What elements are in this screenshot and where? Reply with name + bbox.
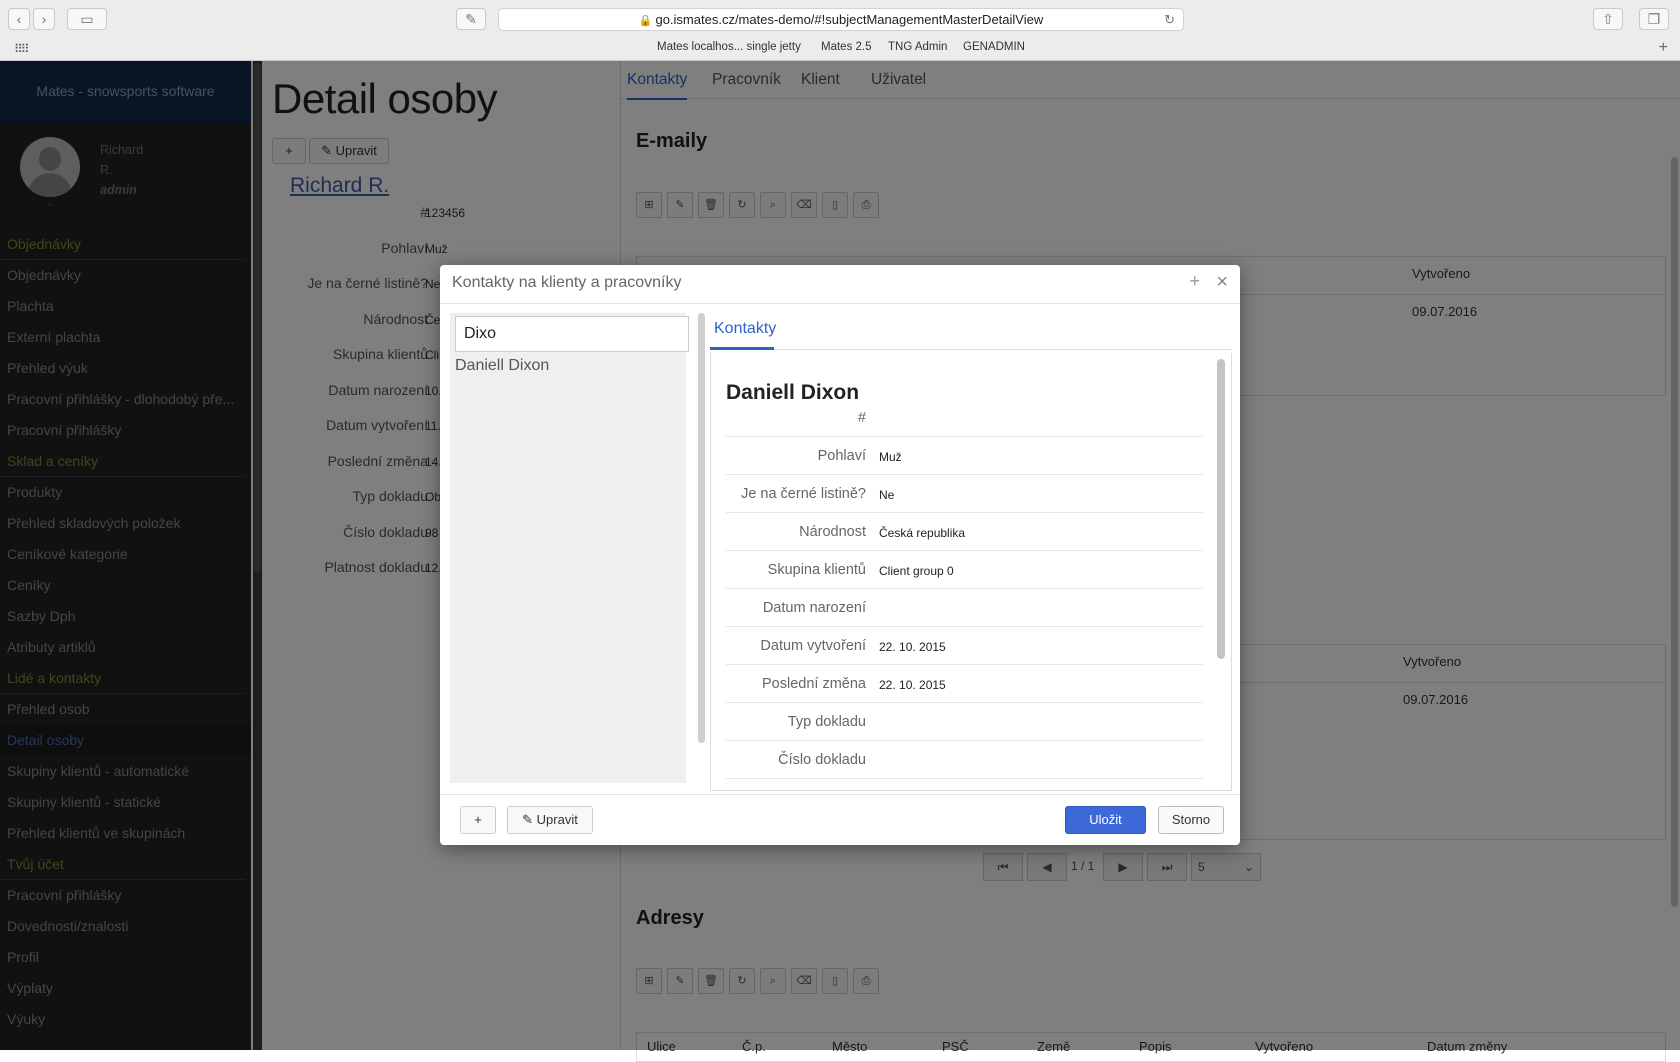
field-label: Číslo dokladu xyxy=(778,752,866,768)
add-button[interactable]: + xyxy=(460,806,496,834)
share-icon[interactable]: ⇧ xyxy=(1593,8,1623,30)
contact-detail: Daniell Dixon # Pohlaví Muž Je na černé lis… xyxy=(710,353,1232,791)
tab-contacts[interactable]: Kontakty xyxy=(714,320,776,338)
field-value: 22. 10. 2015 xyxy=(879,640,946,654)
search-result-item[interactable]: Daniell Dixon xyxy=(455,357,549,375)
lock-icon: 🔒 xyxy=(638,15,653,27)
cancel-button[interactable]: Storno xyxy=(1158,806,1224,834)
field-value: 22. 10. 2015 xyxy=(879,678,946,692)
field-value: Česká republika xyxy=(879,526,966,540)
forward-icon[interactable]: › xyxy=(33,8,55,30)
search-pane: Daniell Dixon xyxy=(450,313,689,783)
tabs-icon[interactable]: ❐ xyxy=(1639,8,1669,30)
field-label: Pohlaví xyxy=(817,448,866,464)
dialog-footer: + ✎ Upravit Uložit Storno xyxy=(440,794,1240,845)
edit-button[interactable]: ✎ Upravit xyxy=(507,806,593,834)
new-tab-icon[interactable]: + xyxy=(1659,39,1668,57)
contact-field-row: Číslo dokladu xyxy=(726,741,1203,779)
contact-field-row: # xyxy=(726,399,1203,437)
maximize-icon[interactable]: + xyxy=(1189,271,1200,292)
contact-field-row: Je na černé listině? Ne xyxy=(726,475,1203,513)
contact-field-row: Typ dokladu xyxy=(726,703,1203,741)
reload-icon[interactable]: ↻ xyxy=(1164,9,1175,31)
contacts-dialog: Kontakty na klienty a pracovníky + × Dan… xyxy=(440,265,1240,845)
contact-field-row: Datum vytvoření 22. 10. 2015 xyxy=(726,627,1203,665)
detail-scrollbar[interactable] xyxy=(1217,359,1225,659)
notes-icon[interactable]: ✎ xyxy=(456,8,486,30)
back-icon[interactable]: ‹ xyxy=(8,8,30,30)
bookmark-item[interactable]: Mates localhos... single jetty xyxy=(657,41,801,53)
bookmark-item[interactable]: GENADMIN xyxy=(963,41,1025,53)
field-value: Ne xyxy=(879,488,895,502)
field-label: Typ dokladu xyxy=(787,714,866,730)
field-label: Skupina klientů xyxy=(767,562,866,578)
pencil-icon: ✎ xyxy=(522,812,537,827)
bookmark-item[interactable]: Mates 2.5 xyxy=(821,41,872,53)
bookmarks-bar: ⠿⠿ Mates localhos... single jetty Mates … xyxy=(0,39,1680,58)
field-value: Client group 0 xyxy=(879,564,954,578)
sidebar-toggle-icon[interactable]: ▭ xyxy=(67,8,107,30)
search-input[interactable] xyxy=(455,316,689,352)
contact-field-row: Skupina klientů Client group 0 xyxy=(726,551,1203,589)
edit-label: Upravit xyxy=(536,812,578,827)
field-label: # xyxy=(857,410,866,426)
bookmark-item[interactable]: TNG Admin xyxy=(888,41,947,53)
contact-field-row: Poslední změna 22. 10. 2015 xyxy=(726,665,1203,703)
contact-detail-pane: Kontakty Daniell Dixon # Pohlaví Muž Je na … xyxy=(710,313,1232,791)
close-icon[interactable]: × xyxy=(1216,271,1228,294)
save-button[interactable]: Uložit xyxy=(1065,806,1146,834)
field-label: Národnost xyxy=(799,524,866,540)
apps-grid-icon[interactable]: ⠿⠿ xyxy=(14,42,30,56)
field-label: Datum vytvoření xyxy=(760,638,866,654)
contact-field-row: Národnost Česká republika xyxy=(726,513,1203,551)
search-pane-scrollbar[interactable] xyxy=(697,313,706,773)
field-label: Je na černé listině? xyxy=(741,486,866,502)
contact-field-row: Datum narození xyxy=(726,589,1203,627)
browser-chrome: ‹ › ▭ ✎ 🔒 go.ismates.cz/mates-demo/#!subj… xyxy=(0,0,1680,61)
field-label: Datum narození xyxy=(762,600,866,616)
dialog-header: Kontakty na klienty a pracovníky + × xyxy=(440,265,1240,304)
field-value: Muž xyxy=(879,450,902,464)
address-bar[interactable]: 🔒 go.ismates.cz/mates-demo/#!subjectManag… xyxy=(498,8,1184,31)
field-label: Poslední změna xyxy=(762,676,866,692)
dialog-title: Kontakty na klienty a pracovníky xyxy=(452,274,682,291)
contact-field-row: Pohlaví Muž xyxy=(726,437,1203,475)
url-text: go.ismates.cz/mates-demo/#!subjectManage… xyxy=(655,12,1044,27)
